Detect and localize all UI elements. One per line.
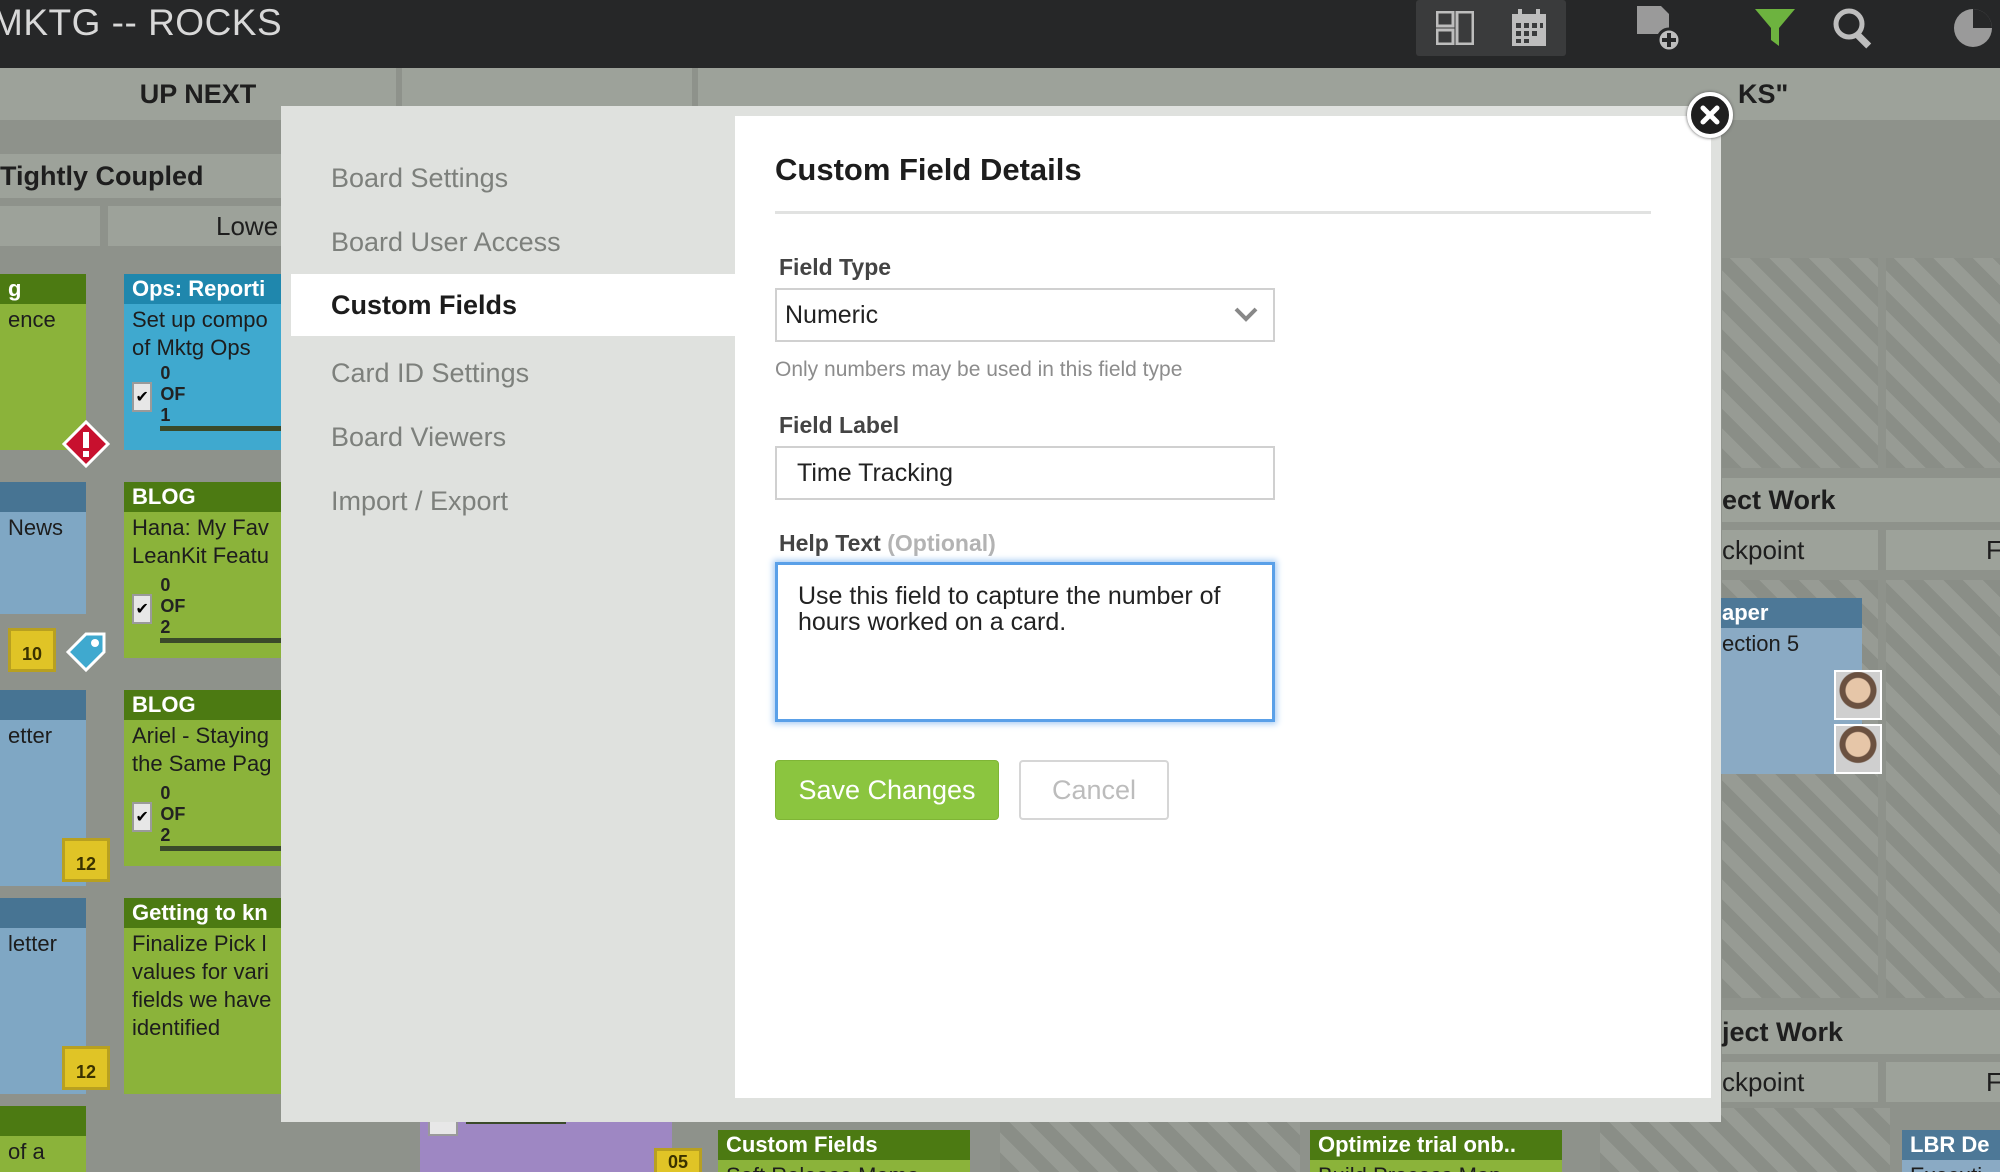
field-label-label: Field Label: [779, 412, 900, 438]
search-icon[interactable]: [1826, 4, 1880, 52]
field-label-input[interactable]: [775, 446, 1275, 500]
checkbox-icon: ✔: [132, 802, 153, 832]
help-text-label-text: Help Text: [779, 530, 881, 556]
field-type-select[interactable]: Numeric: [775, 288, 1275, 342]
checkbox-icon: ✔: [132, 382, 153, 412]
field-type-value: Numeric: [785, 300, 879, 329]
save-changes-button[interactable]: Save Changes: [775, 760, 999, 820]
card[interactable]: Ops: Reporti Set up compo of Mktg Ops ✔ …: [124, 274, 284, 450]
card-title: [0, 898, 86, 928]
card-title: Getting to kn: [124, 898, 284, 928]
card[interactable]: BLOG Ariel - Staying the Same Pag ✔ 0 OF…: [124, 690, 284, 866]
nav-import-export[interactable]: Import / Export: [331, 470, 781, 532]
card[interactable]: Getting to kn Finalize Pick l values for…: [124, 898, 284, 1094]
field-type-hint: Only numbers may be used in this field t…: [775, 358, 1183, 381]
card-body: ection 5: [1722, 631, 1800, 656]
column-checkpoint[interactable]: ckpoint: [1722, 1062, 1878, 1102]
card-body: Finalize Pick l values for vari fields w…: [132, 931, 272, 1040]
task-count: 0 OF 2: [160, 783, 284, 851]
field-type-label: Field Type: [779, 254, 892, 280]
custom-field-details-panel: Custom Field Details Field Type Numeric …: [735, 116, 1711, 1098]
card-body: Hana: My Fav LeanKit Featu: [132, 515, 269, 568]
due-date-badge: 10: [8, 628, 56, 672]
card-body: letter: [8, 931, 57, 956]
card-body: Set up compo of Mktg Ops: [132, 307, 268, 360]
empty-column: [1886, 258, 2000, 468]
column-f[interactable]: F: [1886, 1062, 2000, 1102]
card-title: [0, 1106, 86, 1136]
card[interactable]: of a: [0, 1106, 86, 1172]
close-icon: [1700, 105, 1720, 125]
card-body: of a: [8, 1139, 45, 1164]
avatar: [1834, 670, 1882, 720]
card-title: [0, 690, 86, 720]
card-title: BLOG: [124, 482, 284, 512]
nav-board-viewers[interactable]: Board Viewers: [331, 406, 781, 468]
help-text-label: Help Text (Optional): [779, 530, 996, 557]
board-layout-icon[interactable]: [1428, 4, 1482, 52]
task-progress: ✔ 0 OF 1: [132, 363, 284, 431]
card[interactable]: BLOG Hana: My Fav LeanKit Featu ✔ 0 OF 2: [124, 482, 284, 658]
card-title: Custom Fields: [718, 1130, 970, 1160]
column-checkpoint[interactable]: ckpoint: [1722, 530, 1878, 570]
card-body: Ariel - Staying the Same Pag: [132, 723, 272, 776]
card-body: ence: [8, 307, 56, 332]
card-title: [0, 482, 86, 512]
card-body: etter: [8, 723, 53, 748]
checkbox-icon: ✔: [132, 594, 153, 624]
card-title: BLOG: [124, 690, 284, 720]
due-date-badge: 05: [654, 1148, 702, 1172]
help-text-textarea[interactable]: Use this field to capture the number of …: [775, 562, 1275, 722]
card-body: Executi: [1902, 1160, 2000, 1172]
nav-board-user-access[interactable]: Board User Access: [331, 211, 781, 273]
optional-tag: (Optional): [887, 530, 996, 556]
nav-custom-fields[interactable]: Custom Fields: [291, 274, 737, 336]
card-body: News: [8, 515, 64, 540]
avatar: [1834, 724, 1882, 774]
sublane-project-work[interactable]: ect Work: [1722, 478, 2000, 522]
add-card-icon[interactable]: [1632, 4, 1686, 52]
chevron-down-icon: [1234, 307, 1258, 322]
calendar-icon[interactable]: [1502, 4, 1556, 52]
panel-title: Custom Field Details: [775, 152, 1082, 187]
filter-icon[interactable]: [1748, 4, 1802, 52]
column-header: [0, 206, 100, 246]
nav-board-settings[interactable]: Board Settings: [331, 147, 781, 209]
divider: [775, 211, 1651, 214]
column-f[interactable]: F: [1886, 530, 2000, 570]
task-count: 0 OF 2: [160, 575, 284, 643]
nav-card-id-settings[interactable]: Card ID Settings: [331, 342, 781, 404]
card-title: aper: [1700, 598, 1862, 628]
tag-icon: [65, 632, 106, 673]
task-progress: ✔ 0 OF 2: [132, 783, 284, 851]
sublane-project-work[interactable]: ject Work: [1722, 1010, 2000, 1054]
card-title: Ops: Reporti: [124, 274, 284, 304]
card-title: g: [0, 274, 86, 304]
card-body: Build Process Map: [1310, 1160, 1562, 1172]
due-date-badge: 12: [62, 1046, 110, 1090]
account-icon[interactable]: [1946, 4, 2000, 52]
due-date-badge: 12: [62, 838, 110, 882]
top-bar: MKTG -- ROCKS: [0, 0, 2000, 68]
task-count: 0 OF 1: [160, 363, 284, 431]
empty-column: [1886, 580, 2000, 998]
card-title: Optimize trial onb..: [1310, 1130, 1562, 1160]
blocked-icon: [62, 420, 110, 468]
board-title: MKTG -- ROCKS: [0, 2, 283, 43]
card[interactable]: Custom Fields Soft Release Memo: [718, 1130, 970, 1172]
card-title: LBR De: [1902, 1130, 2000, 1160]
close-modal-button[interactable]: [1687, 92, 1733, 138]
card[interactable]: LBR De Executi: [1902, 1130, 2000, 1172]
task-progress: ✔ 0 OF 2: [132, 575, 284, 643]
empty-column: [1722, 258, 1878, 468]
card[interactable]: Optimize trial onb.. Build Process Map: [1310, 1130, 1562, 1172]
cancel-button[interactable]: Cancel: [1019, 760, 1169, 820]
card-body: Soft Release Memo: [718, 1160, 970, 1172]
card[interactable]: News: [0, 482, 86, 614]
